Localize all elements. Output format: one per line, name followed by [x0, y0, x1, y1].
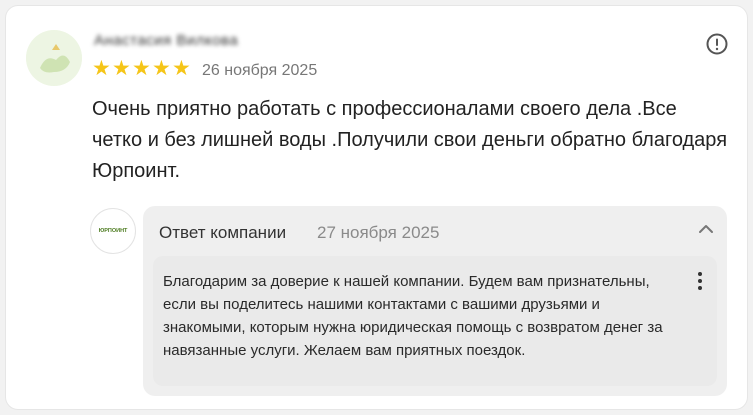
company-logo[interactable]: ЮРПОИНТ: [90, 208, 136, 254]
star-icon: ★: [152, 57, 171, 80]
review-date: 26 ноября 2025: [202, 62, 318, 79]
review-text: Очень приятно работать с профессионалами…: [92, 98, 728, 182]
reply-title: Ответ компании: [159, 223, 287, 242]
company-logo-text: ЮРПОИНТ: [98, 228, 128, 234]
reply-body: Благодарим за доверие к нашей компании. …: [153, 256, 717, 386]
star-icon: ★: [172, 57, 191, 80]
rating-stars: ★ ★ ★ ★ ★: [92, 58, 192, 80]
reply-text: Благодарим за доверие к нашей компании. …: [163, 273, 663, 359]
more-vertical-icon[interactable]: [697, 272, 703, 292]
star-icon: ★: [132, 57, 151, 80]
avatar[interactable]: [26, 30, 82, 86]
review-card: Анастасия Вилкова ★ ★ ★ ★ ★ 26 ноября 20…: [6, 6, 747, 409]
company-reply: Ответ компании 27 ноября 2025 Благодарим…: [143, 206, 727, 396]
alert-circle-icon[interactable]: [705, 32, 729, 56]
reply-header[interactable]: Ответ компании 27 ноября 2025: [143, 206, 727, 252]
star-icon: ★: [92, 57, 111, 80]
chevron-up-icon[interactable]: [697, 222, 715, 236]
author-name[interactable]: Анастасия Вилкова: [94, 32, 294, 50]
star-icon: ★: [112, 57, 131, 80]
reply-date: 27 ноября 2025: [317, 223, 440, 242]
avatar-image: [26, 30, 82, 86]
